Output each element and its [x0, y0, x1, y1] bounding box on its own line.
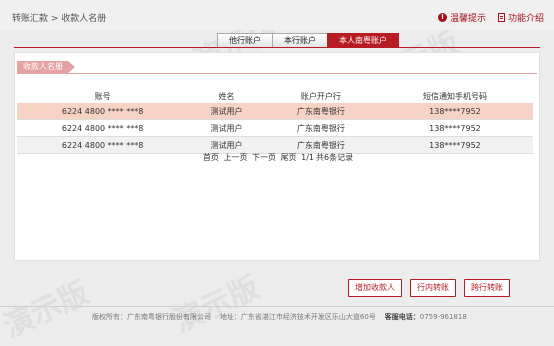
panel-title: 收款人名册 — [17, 61, 75, 73]
name-cell: 测试用户 — [188, 103, 265, 120]
intro-link[interactable]: 功能介绍 — [497, 11, 544, 24]
phone-cell: 138****7952 — [376, 119, 533, 137]
table-row[interactable]: 6224 4800 **** ***8 测试用户 广东南粤银行 138****7… — [17, 136, 533, 154]
column-header-phone: 短信通知手机号码 — [422, 91, 487, 101]
footer: 版权所有：广东南粤银行股份有限公司 地址：广东省湛江市经济技术开发区乐山大道60… — [92, 312, 467, 322]
intro-label: 功能介绍 — [507, 14, 544, 24]
name-cell: 测试用户 — [188, 136, 265, 154]
footer-address: 地址：广东省湛江市经济技术开发区乐山大道60号 — [219, 313, 376, 321]
prev-page-link[interactable]: 上一页 — [223, 153, 247, 162]
payee-table: 账号 姓名 账户开户行 短信通知手机号码 6224 4800 **** ***8… — [17, 89, 533, 154]
account-cell: 6224 4800 **** ***8 — [17, 136, 189, 154]
tab-this-bank[interactable]: 本行账户 — [272, 33, 328, 48]
account-cell: 6224 4800 **** ***8 — [17, 119, 189, 137]
column-header-name: 姓名 — [218, 91, 235, 101]
panel-divider — [17, 73, 537, 74]
next-page-link[interactable]: 下一页 — [252, 153, 276, 162]
document-icon — [497, 13, 505, 22]
name-cell: 测试用户 — [188, 119, 265, 137]
demo-watermark: 演示版 — [168, 270, 265, 341]
footer-hotline-label: 客服电话： — [384, 313, 420, 321]
breadcrumb: 转账汇款 > 收款人名册 — [12, 14, 107, 24]
footer-hotline: 0759-961818 — [419, 313, 467, 321]
record-count: 共6条记录 — [315, 153, 354, 162]
column-header-bank: 账户开户行 — [300, 91, 341, 101]
bank-cell: 广东南粤银行 — [264, 103, 377, 120]
demo-watermark: 演示版 — [0, 275, 95, 346]
add-payee-button[interactable]: 增加收款人 — [348, 279, 402, 297]
phone-cell: 138****7952 — [376, 103, 533, 120]
account-tabs: 他行账户 本行账户 本人南粤账户 — [217, 33, 399, 48]
table-header-row: 账号 姓名 账户开户行 短信通知手机号码 — [17, 89, 533, 103]
account-cell: 6224 4800 **** ***8 — [17, 103, 189, 120]
tab-other-bank[interactable]: 他行账户 — [217, 33, 273, 48]
bank-cell: 广东南粤银行 — [264, 119, 377, 137]
footer-divider — [0, 306, 554, 307]
header-actions: ! 温馨提示 功能介绍 — [437, 11, 544, 24]
footer-copyright: 版权所有：广东南粤银行股份有限公司 — [92, 313, 211, 321]
info-icon: ! — [437, 13, 447, 22]
page-indicator: 1/1 — [301, 153, 314, 162]
payee-panel: 收款人名册 账号 姓名 账户开户行 短信通知手机号码 6224 4800 ***… — [14, 52, 540, 261]
action-buttons: 增加收款人 行内转账 跨行转账 — [348, 279, 510, 297]
pagination: 首页 上一页 下一页 尾页 1/1 共6条记录 — [15, 152, 541, 163]
phone-cell: 138****7952 — [376, 136, 533, 154]
column-header-account: 账号 — [94, 91, 111, 101]
table-row[interactable]: 6224 4800 **** ***8 测试用户 广东南粤银行 138****7… — [17, 119, 533, 137]
first-page-link[interactable]: 首页 — [203, 153, 219, 162]
tab-divider — [14, 47, 540, 48]
top-bar: 转账汇款 > 收款人名册 ! 温馨提示 功能介绍 — [0, 0, 554, 30]
tips-link[interactable]: ! 温馨提示 — [437, 11, 486, 24]
bank-cell: 广东南粤银行 — [264, 136, 377, 154]
intra-bank-transfer-button[interactable]: 行内转账 — [410, 279, 456, 297]
tab-own-account[interactable]: 本人南粤账户 — [327, 33, 399, 48]
tips-label: 温馨提示 — [449, 14, 486, 24]
table-row[interactable]: 6224 4800 **** ***8 测试用户 广东南粤银行 138****7… — [17, 103, 533, 120]
last-page-link[interactable]: 尾页 — [281, 153, 297, 162]
inter-bank-transfer-button[interactable]: 跨行转账 — [464, 279, 510, 297]
